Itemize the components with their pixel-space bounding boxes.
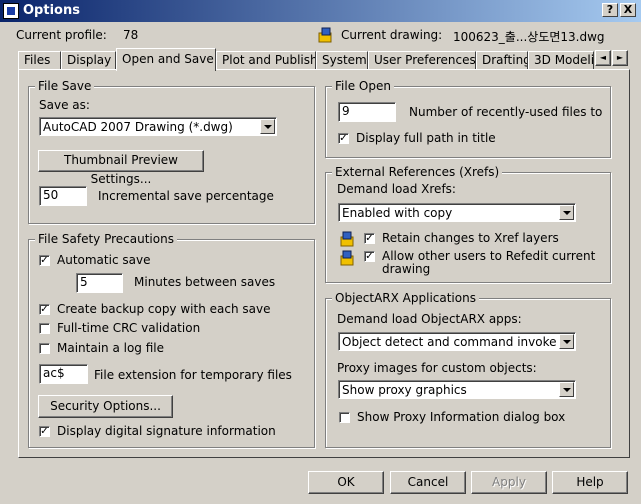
tab-3d-modeling[interactable]: 3D Modeling (528, 51, 594, 69)
tab-drafting[interactable]: Drafting (476, 51, 528, 69)
xref-layers-icon (340, 231, 356, 247)
window-title: Options (23, 3, 80, 18)
tab-display[interactable]: Display (61, 51, 116, 69)
incremental-save-input[interactable]: 50 (39, 186, 87, 206)
cancel-button[interactable]: Cancel (390, 471, 466, 494)
recent-files-input[interactable]: 9 (338, 102, 396, 122)
crc-label: Full-time CRC validation (57, 321, 201, 335)
proxy-images-value: Show proxy graphics (342, 383, 467, 397)
digital-signature-label: Display digital signature information (57, 424, 276, 438)
temp-extension-input[interactable]: ac$ (39, 364, 88, 384)
full-path-checkbox[interactable]: ✓ (338, 133, 349, 144)
automatic-save-checkbox[interactable]: ✓ (39, 255, 50, 266)
file-safety-title: File Safety Precautions (35, 232, 177, 246)
allow-refedit-checkbox[interactable]: ✓ (364, 251, 375, 262)
apply-button[interactable]: Apply (471, 471, 547, 494)
digital-signature-checkbox[interactable]: ✓ (39, 426, 50, 437)
proxy-info-checkbox[interactable] (339, 412, 350, 423)
tab-system[interactable]: System (316, 51, 368, 69)
current-drawing-label: Current drawing: (341, 28, 443, 42)
tab-files[interactable]: Files (18, 51, 61, 69)
app-icon (3, 3, 19, 19)
demand-xrefs-select[interactable]: Enabled with copy (338, 203, 576, 222)
save-as-label: Save as: (39, 98, 90, 112)
tab-scroll-left[interactable]: ◄ (595, 50, 611, 66)
allow-refedit-label-1: Allow other users to Refedit current (382, 249, 596, 263)
file-open-title: File Open (332, 79, 394, 93)
current-profile-value: 78 (123, 28, 139, 42)
current-profile-label: Current profile: (16, 28, 107, 42)
recent-files-label: Number of recently-used files to (409, 105, 603, 119)
tab-open-and-save[interactable]: Open and Save (116, 48, 216, 71)
full-path-label: Display full path in title (356, 131, 496, 145)
demand-arx-value: Object detect and command invoke (342, 335, 557, 349)
minutes-label: Minutes between saves (134, 275, 276, 289)
security-options-button[interactable]: Security Options... (38, 395, 173, 418)
temp-extension-label: File extension for temporary files (94, 368, 292, 382)
objectarx-title: ObjectARX Applications (332, 291, 479, 305)
xrefs-title: External References (Xrefs) (332, 165, 503, 179)
tab-plot-and-publish[interactable]: Plot and Publish (216, 51, 316, 69)
thumbnail-preview-button[interactable]: Thumbnail Preview Settings... (38, 150, 204, 186)
chevron-down-icon[interactable] (559, 334, 574, 349)
chevron-down-icon[interactable] (559, 382, 574, 397)
refedit-icon (340, 250, 356, 266)
close-button[interactable]: X (620, 3, 636, 17)
tab-scroll-right[interactable]: ► (612, 50, 628, 66)
minutes-input[interactable]: 5 (76, 273, 123, 293)
proxy-images-label: Proxy images for custom objects: (337, 361, 537, 375)
current-drawing-value: 100623_출...상도면13.dwg (453, 30, 605, 44)
incremental-save-label: Incremental save percentage (98, 189, 274, 203)
help-button[interactable]: Help (552, 471, 628, 494)
file-save-title: File Save (35, 79, 95, 93)
chevron-down-icon[interactable] (260, 119, 275, 134)
allow-refedit-label-2: drawing (382, 262, 431, 276)
demand-xrefs-label: Demand load Xrefs: (337, 182, 456, 196)
demand-xrefs-value: Enabled with copy (342, 206, 453, 220)
automatic-save-label: Automatic save (57, 253, 151, 267)
demand-arx-select[interactable]: Object detect and command invoke (338, 332, 576, 351)
file-open-group: File Open (325, 79, 611, 158)
help-title-button[interactable]: ? (602, 3, 618, 17)
crc-checkbox[interactable] (39, 323, 50, 334)
drawing-icon (318, 27, 334, 43)
ok-button[interactable]: OK (308, 471, 384, 494)
log-label: Maintain a log file (57, 341, 165, 355)
backup-label: Create backup copy with each save (57, 302, 271, 316)
tab-user-preferences[interactable]: User Preferences (368, 51, 476, 69)
proxy-images-select[interactable]: Show proxy graphics (338, 380, 576, 399)
backup-checkbox[interactable]: ✓ (39, 304, 50, 315)
chevron-down-icon[interactable] (559, 205, 574, 220)
log-checkbox[interactable] (39, 343, 50, 354)
save-as-value: AutoCAD 2007 Drawing (*.dwg) (43, 120, 233, 134)
title-bar[interactable] (0, 0, 641, 22)
proxy-info-label: Show Proxy Information dialog box (357, 410, 566, 424)
demand-arx-label: Demand load ObjectARX apps: (337, 312, 522, 326)
retain-xref-label: Retain changes to Xref layers (382, 231, 559, 245)
save-as-select[interactable]: AutoCAD 2007 Drawing (*.dwg) (39, 117, 277, 136)
retain-xref-checkbox[interactable]: ✓ (364, 233, 375, 244)
